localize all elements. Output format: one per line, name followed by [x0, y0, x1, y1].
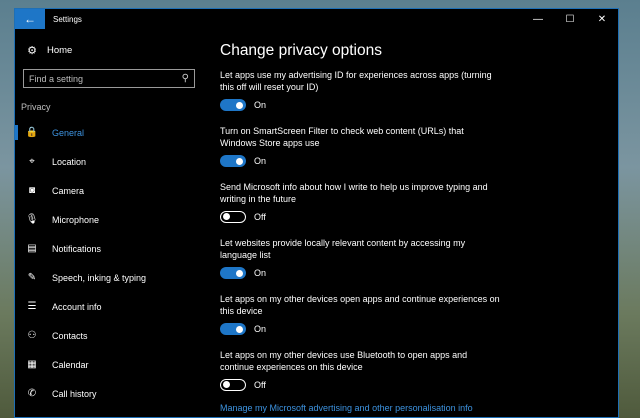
location-icon: ⌖	[29, 156, 35, 167]
toggle-row: On	[220, 266, 608, 280]
toggle-knob	[223, 213, 230, 220]
sidebar-item-calendar[interactable]: ▦ Calendar	[15, 350, 203, 379]
toggle-row: On	[220, 98, 608, 112]
option-label: Let websites provide locally relevant co…	[220, 238, 466, 260]
privacy-option: Let apps on my other devices use Bluetoo…	[220, 349, 608, 392]
search-box[interactable]: Find a setting ⚲	[23, 69, 195, 88]
toggle-knob	[236, 269, 243, 277]
toggle-row: Off	[220, 378, 608, 392]
call-history-icon: ✆	[27, 388, 37, 399]
option-label: Let apps use my advertising ID for exper…	[220, 70, 492, 92]
back-arrow-icon: ←	[24, 12, 36, 26]
toggle-knob	[236, 325, 243, 333]
toggle-knob	[236, 101, 243, 109]
title-bar: ← Settings — ☐ ✕	[15, 9, 618, 29]
home-nav-item[interactable]: ⚙ Home	[15, 39, 203, 61]
speech-icon: ✎	[27, 272, 37, 283]
sidebar-item-label: Camera	[52, 185, 85, 196]
account-info-icon: ☰	[27, 301, 37, 312]
sidebar-item-label: General	[52, 127, 85, 138]
privacy-option: Let apps use my advertising ID for exper…	[220, 69, 608, 112]
toggle-row: Off	[220, 210, 608, 224]
option-label: Let apps on my other devices open apps a…	[220, 294, 500, 316]
sidebar-item-label: Speech, inking & typing	[52, 272, 147, 283]
option-label: Turn on SmartScreen Filter to check web …	[220, 126, 464, 148]
sidebar-item-label: Call history	[52, 388, 97, 399]
sidebar-item-label: Contacts	[52, 330, 88, 341]
sidebar-item-microphone[interactable]: 🎙 Microphone	[15, 205, 203, 234]
sidebar-item-speech-inking-typing[interactable]: ✎ Speech, inking & typing	[15, 263, 203, 292]
section-label: Privacy	[21, 102, 51, 112]
toggle-switch[interactable]	[220, 211, 246, 223]
privacy-option: Let websites provide locally relevant co…	[220, 237, 608, 280]
calendar-icon: ▦	[27, 359, 37, 370]
search-input[interactable]: Find a setting	[29, 74, 182, 84]
privacy-option: Turn on SmartScreen Filter to check web …	[220, 125, 608, 168]
nav-list: 🔒 General ⌖ Location ◙ Camera 🎙 Microphone ▤ Noti…	[15, 118, 203, 408]
gear-icon: ⚙	[27, 44, 37, 57]
contacts-icon: ⚇	[27, 330, 37, 341]
toggle-switch[interactable]	[220, 267, 246, 279]
toggle-state-label: On	[254, 268, 267, 278]
sidebar-item-contacts[interactable]: ⚇ Contacts	[15, 321, 203, 350]
toggle-row: On	[220, 322, 608, 336]
toggle-knob	[236, 157, 243, 165]
option-label: Send Microsoft info about how I write to…	[220, 182, 488, 204]
main-content: Change privacy options Let apps use my a…	[220, 29, 608, 417]
privacy-option: Send Microsoft info about how I write to…	[220, 181, 608, 224]
toggle-state-label: Off	[254, 380, 266, 390]
microphone-icon: 🎙	[25, 214, 39, 225]
home-label: Home	[47, 44, 73, 56]
toggle-state-label: On	[254, 100, 267, 110]
sidebar-item-camera[interactable]: ◙ Camera	[15, 176, 203, 205]
toggle-state-label: Off	[254, 212, 266, 222]
sidebar-item-label: Calendar	[52, 359, 89, 370]
back-button[interactable]: ←	[15, 9, 45, 29]
toggle-switch[interactable]	[220, 99, 246, 111]
sidebar-item-label: Location	[52, 156, 87, 167]
privacy-option: Let apps on my other devices open apps a…	[220, 293, 608, 336]
toggle-state-label: On	[254, 156, 267, 166]
toggle-switch[interactable]	[220, 155, 246, 167]
toggle-state-label: On	[254, 324, 267, 334]
toggle-switch[interactable]	[220, 379, 246, 391]
search-icon[interactable]: ⚲	[182, 73, 189, 84]
toggle-knob	[223, 381, 230, 388]
toggle-switch[interactable]	[220, 323, 246, 335]
settings-window: ← Settings — ☐ ✕ ⚙ Home Find a setting ⚲…	[14, 8, 619, 418]
notifications-icon: ▤	[27, 243, 37, 254]
sidebar-item-label: Account info	[52, 301, 102, 312]
lock-icon: 🔒	[25, 127, 39, 138]
sidebar-item-notifications[interactable]: ▤ Notifications	[15, 234, 203, 263]
sidebar-item-label: Microphone	[52, 214, 100, 225]
window-title: Settings	[53, 14, 82, 24]
options-list: Let apps use my advertising ID for exper…	[220, 69, 608, 392]
sidebar-item-account-info[interactable]: ☰ Account info	[15, 292, 203, 321]
toggle-row: On	[220, 154, 608, 168]
camera-icon: ◙	[28, 185, 36, 196]
sidebar-item-general[interactable]: 🔒 General	[15, 118, 203, 147]
maximize-button[interactable]: ☐	[554, 9, 586, 29]
manage-advertising-link[interactable]: Manage my Microsoft advertising and othe…	[220, 403, 608, 413]
close-button[interactable]: ✕	[586, 9, 618, 29]
sidebar: ⚙ Home Find a setting ⚲ Privacy 🔒 General…	[15, 29, 203, 417]
page-title: Change privacy options	[220, 42, 382, 59]
minimize-button[interactable]: —	[522, 9, 554, 29]
sidebar-item-call-history[interactable]: ✆ Call history	[15, 379, 203, 408]
sidebar-item-location[interactable]: ⌖ Location	[15, 147, 203, 176]
sidebar-item-label: Notifications	[52, 243, 102, 254]
option-label: Let apps on my other devices use Bluetoo…	[220, 350, 468, 372]
